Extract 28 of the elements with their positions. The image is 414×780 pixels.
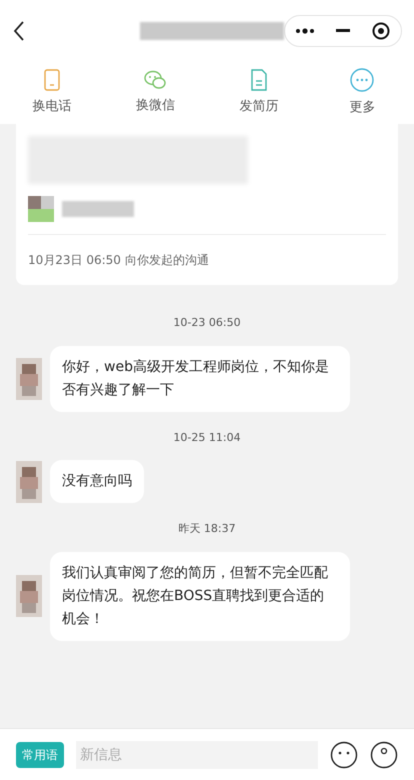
avatar xyxy=(16,358,42,400)
close-target-icon[interactable] xyxy=(372,22,390,40)
message-bubble: 我们认真审阅了您的简历，但暂不完全匹配岗位情况。祝您在BOSS直聘找到更合适的机会！ xyxy=(50,552,350,640)
more-icon xyxy=(350,68,374,92)
card-footer-text: 10月23日 06:50 向你发起的沟通 xyxy=(28,234,386,285)
message-input[interactable]: 新信息 xyxy=(76,740,318,768)
message-bubble: 没有意向吗 xyxy=(50,460,144,503)
action-button[interactable]: 更多 xyxy=(310,62,414,124)
timestamp: 10-23 06:50 xyxy=(173,315,241,331)
chat-bubbles-icon xyxy=(144,70,166,90)
blurred-name xyxy=(62,201,134,217)
phone-icon xyxy=(44,69,60,92)
action-button[interactable]: 换微信 xyxy=(104,62,207,124)
minimize-icon[interactable] xyxy=(336,29,350,33)
timestamp: 10-25 11:04 xyxy=(173,430,241,446)
action-button[interactable]: 发简历 xyxy=(207,62,310,124)
document-icon xyxy=(250,69,267,92)
message-bubble: 你好，web高级开发工程师岗位，不知你是否有兴趣了解一下 xyxy=(50,346,350,412)
more-dots-icon[interactable] xyxy=(296,28,314,34)
emoji-icon[interactable] xyxy=(330,740,358,768)
timestamp: 昨天 18:37 xyxy=(178,521,236,537)
action-button[interactable]: 换电话 xyxy=(0,62,104,124)
avatar xyxy=(16,460,42,502)
avatar xyxy=(16,575,42,617)
back-icon[interactable] xyxy=(12,20,26,42)
capsule-menu[interactable] xyxy=(284,15,402,47)
plus-face-icon[interactable] xyxy=(370,740,398,768)
avatar xyxy=(28,196,54,222)
